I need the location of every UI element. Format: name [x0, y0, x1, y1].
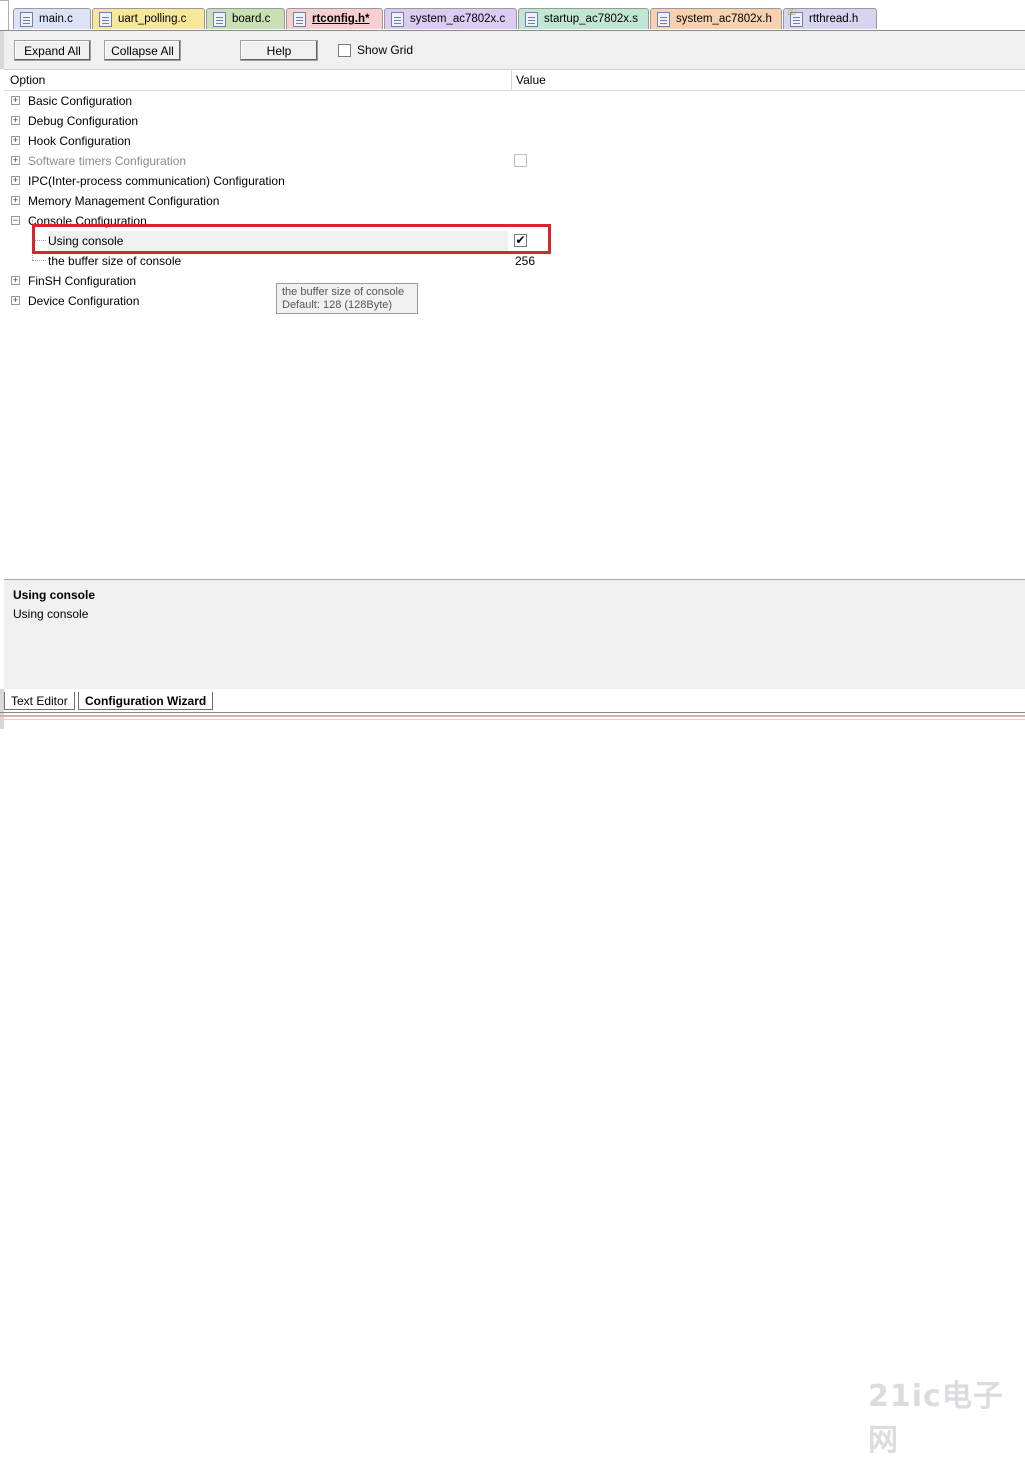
tree-row[interactable]: the buffer size of console 256: [4, 251, 1025, 271]
file-icon: [293, 11, 306, 27]
file-tab[interactable]: main.c: [13, 8, 91, 29]
bottom-divider: [0, 712, 1025, 713]
file-icon: [213, 11, 226, 27]
expand-icon[interactable]: +: [11, 296, 20, 305]
collapse-icon[interactable]: −: [11, 216, 20, 225]
checkbox[interactable]: [514, 154, 527, 167]
tree-row-value[interactable]: 256: [515, 254, 535, 268]
expand-all-button[interactable]: Expand All: [14, 40, 91, 61]
tree-row-label: Hook Configuration: [28, 134, 131, 148]
tooltip-line-2: Default: 128 (128Byte): [282, 299, 393, 311]
tree-row[interactable]: + FinSH Configuration: [4, 271, 1025, 291]
help-button[interactable]: Help: [240, 40, 318, 61]
bottom-tab-bar: 21ic电子网 Text Editor Configuration Wizard: [0, 689, 1025, 1458]
expand-icon[interactable]: +: [11, 136, 20, 145]
column-header: Option Value: [4, 70, 1025, 91]
value-column-header[interactable]: Value: [516, 73, 546, 87]
tree-row[interactable]: + Debug Configuration: [4, 111, 1025, 131]
header-key-icon: [788, 9, 803, 27]
file-tab-label: uart_polling.c: [118, 13, 187, 25]
show-grid-label: Show Grid: [357, 43, 414, 57]
file-tab-label: rtthread.h: [809, 13, 859, 25]
tree-guide-line: [32, 260, 46, 261]
tree-row[interactable]: + Device Configuration: [4, 291, 1025, 311]
show-grid-checkbox[interactable]: [338, 43, 351, 57]
file-tab-label: board.c: [232, 13, 271, 25]
expand-icon[interactable]: +: [11, 196, 20, 205]
tab-text-editor[interactable]: Text Editor: [4, 692, 75, 710]
tree-row-label: the buffer size of console: [48, 254, 182, 268]
watermark-logo: 21ic电子网: [868, 1379, 1004, 1458]
file-icon: [20, 11, 33, 27]
expand-icon[interactable]: +: [11, 96, 20, 105]
tree-row[interactable]: + Software timers Configuration: [4, 151, 1025, 171]
tree-row-label: FinSH Configuration: [28, 274, 137, 288]
file-tab-label: main.c: [39, 13, 73, 25]
file-tab[interactable]: system_ac7802x.h: [650, 8, 782, 29]
file-tab[interactable]: board.c: [206, 8, 285, 29]
tree-row[interactable]: + IPC(Inter-process communication) Config…: [4, 171, 1025, 191]
column-separator[interactable]: [511, 70, 512, 90]
tree-row-label: Software timers Configuration: [28, 154, 187, 168]
file-tab[interactable]: uart_polling.c: [92, 8, 205, 29]
file-icon: [391, 11, 404, 27]
collapse-all-button[interactable]: Collapse All: [104, 40, 181, 61]
wizard-toolbar: Expand All Collapse All Help Show Grid: [0, 31, 1025, 69]
file-tab[interactable]: rtconfig.h*: [286, 8, 383, 29]
tree-row-label: Device Configuration: [28, 294, 140, 308]
tooltip-line-1: the buffer size of console: [282, 286, 405, 298]
expand-icon[interactable]: +: [11, 176, 20, 185]
file-icon: [99, 11, 112, 27]
file-tab[interactable]: system_ac7802x.c: [384, 8, 517, 29]
file-tab-bar: main.c uart_polling.c board.c rtconfig.h* sy…: [0, 0, 1025, 31]
file-tab-label: startup_ac7802x.s: [544, 13, 638, 25]
file-tab-label: system_ac7802x.c: [410, 13, 506, 25]
file-tab-label: rtconfig.h*: [312, 13, 370, 25]
tree-row[interactable]: + Memory Management Configuration: [4, 191, 1025, 211]
file-tab-label: system_ac7802x.h: [676, 13, 772, 25]
expand-icon[interactable]: +: [11, 276, 20, 285]
tree-row[interactable]: + Basic Configuration: [4, 91, 1025, 111]
configuration-tree: Option Value + Basic Configuration + Debug …: [4, 69, 1025, 580]
tree-row-label: Memory Management Configuration: [28, 194, 220, 208]
tooltip: the buffer size of console Default: 128 …: [276, 283, 418, 314]
description-panel: Using console Using console: [4, 579, 1025, 689]
tab-bar-corner: [0, 0, 9, 30]
tree-row[interactable]: + Hook Configuration: [4, 131, 1025, 151]
description-body: Using console: [13, 607, 89, 621]
tree-row-label: IPC(Inter-process communication) Configu…: [28, 174, 285, 188]
expand-icon[interactable]: +: [11, 156, 20, 165]
bottom-accent-line: [0, 719, 1025, 720]
description-title: Using console: [13, 588, 96, 602]
file-icon: [657, 11, 670, 27]
tab-configuration-wizard[interactable]: Configuration Wizard: [78, 692, 214, 710]
file-tab[interactable]: rtthread.h: [783, 8, 877, 29]
expand-icon[interactable]: +: [11, 116, 20, 125]
file-icon: [525, 11, 538, 27]
tree-row-label: Debug Configuration: [28, 114, 139, 128]
option-column-header[interactable]: Option: [10, 73, 45, 87]
annotation-highlight-box: [32, 224, 551, 254]
bottom-accent-line: [0, 715, 1025, 717]
file-tab[interactable]: startup_ac7802x.s: [518, 8, 649, 29]
tree-row-label: Basic Configuration: [28, 94, 133, 108]
show-grid-toggle[interactable]: Show Grid: [338, 43, 413, 57]
